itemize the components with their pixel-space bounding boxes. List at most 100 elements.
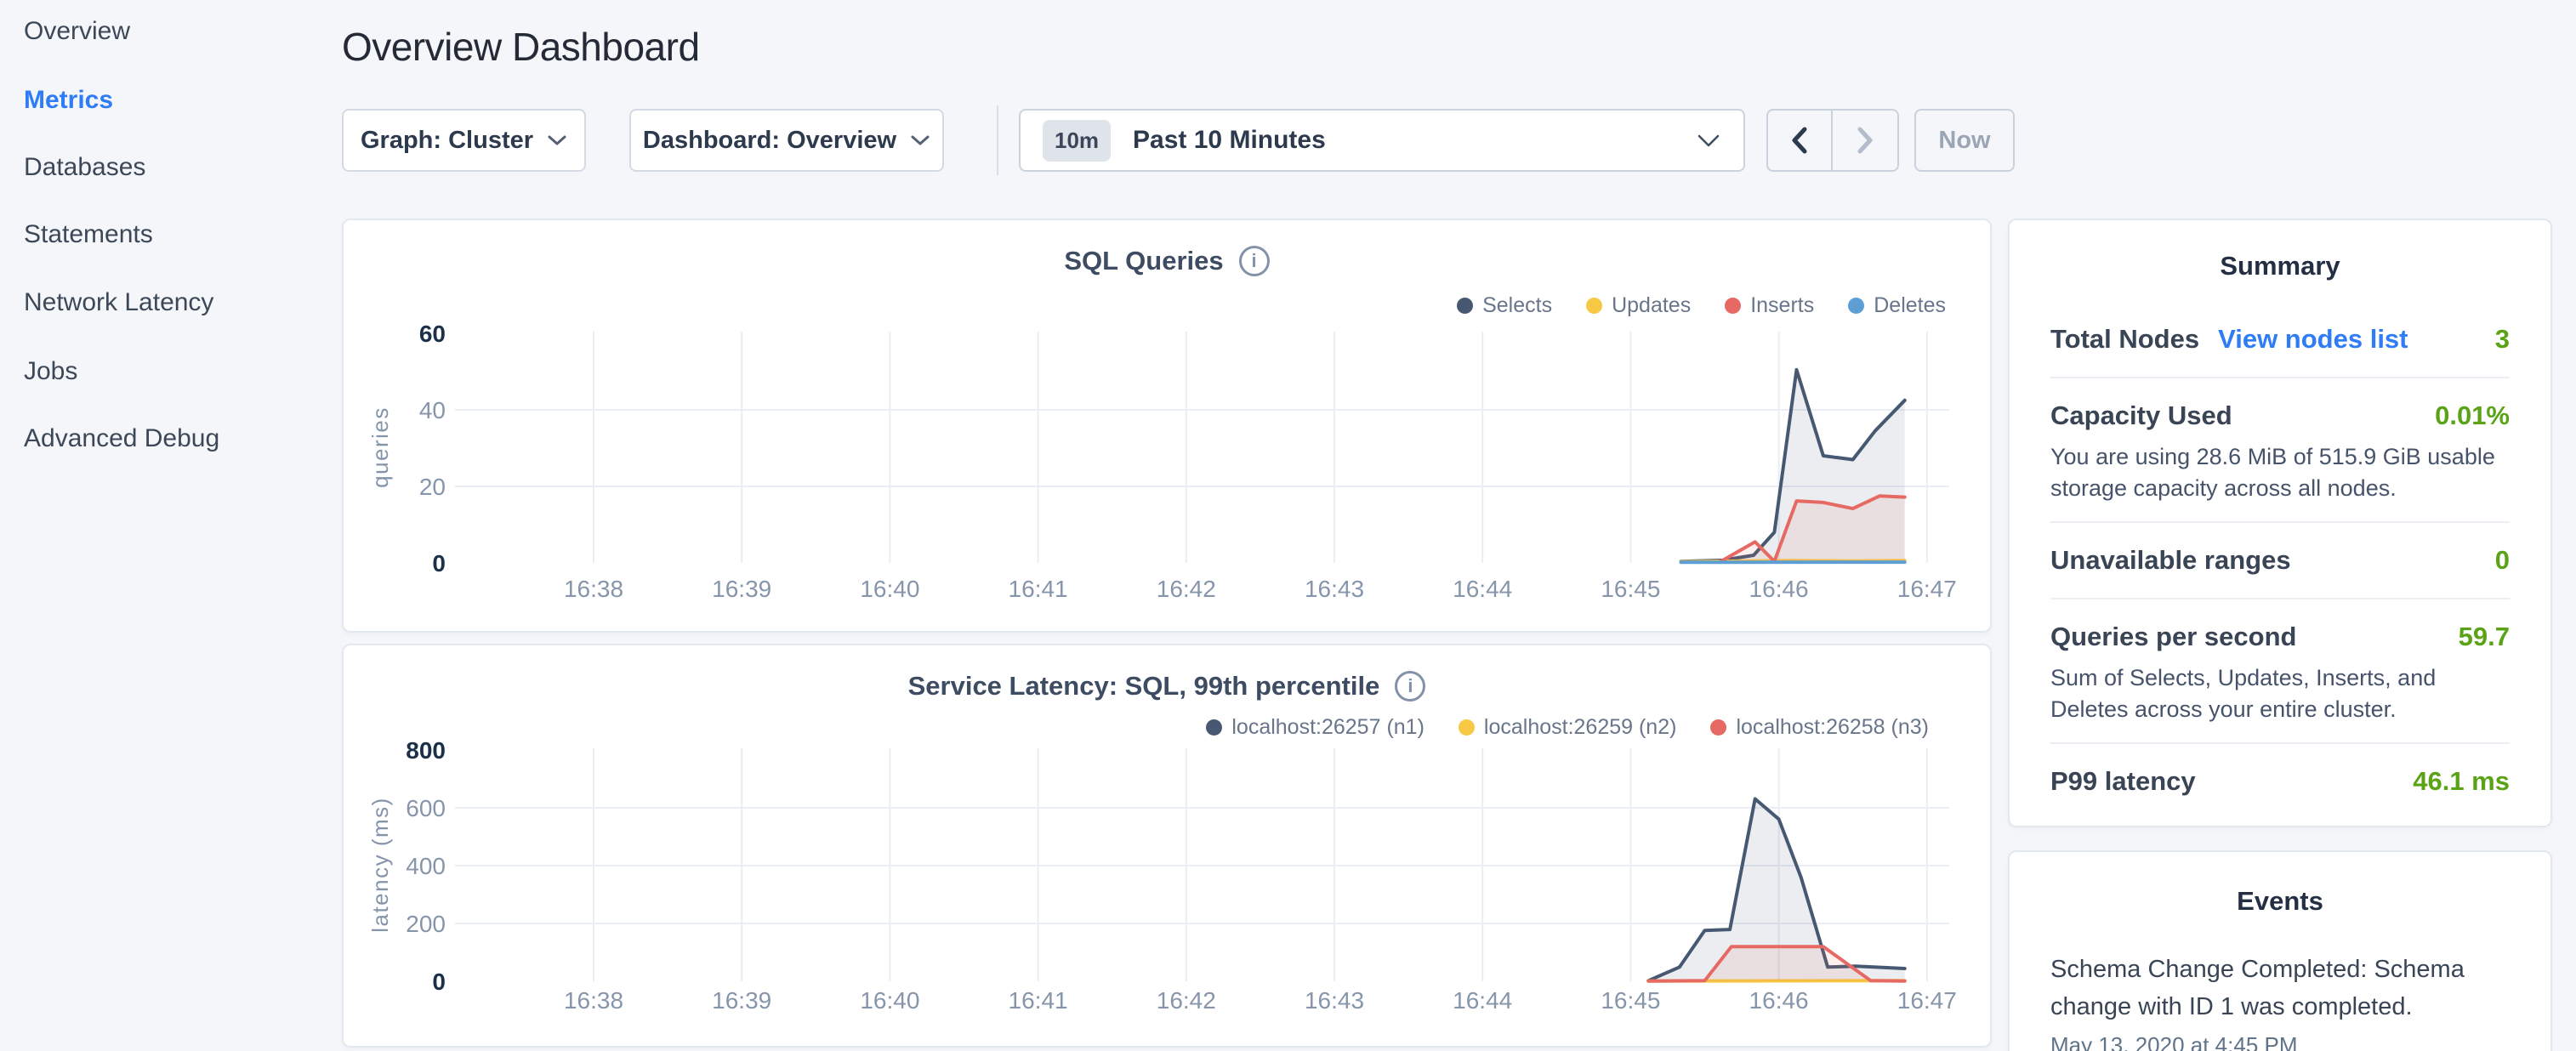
page-root: Overview Metrics Databases Statements Networ…: [0, 0, 2576, 1051]
time-range-label: Past 10 Minutes: [1133, 126, 1326, 155]
sidebar-item-advanced-debug[interactable]: Advanced Debug: [24, 420, 219, 457]
chart-legend: Selects Updates Inserts Deletes: [1457, 293, 1946, 318]
x-tick-label: 16:38: [564, 987, 623, 1014]
legend-item-deletes[interactable]: Deletes: [1848, 293, 1946, 318]
view-nodes-link[interactable]: View nodes list: [2218, 324, 2408, 355]
chevron-left-icon: [1790, 126, 1809, 155]
summary-row-unavailable-ranges: Unavailable ranges 0: [2050, 540, 2510, 581]
x-tick-label: 16:44: [1453, 987, 1512, 1014]
service-latency-chart-card: Service Latency: SQL, 99th percentile i …: [342, 644, 1992, 1048]
x-tick-label: 16:45: [1601, 987, 1660, 1014]
x-tick-label: 16:46: [1749, 576, 1809, 602]
chevron-down-icon: [1696, 134, 1721, 148]
dashboard-dropdown[interactable]: Dashboard: Overview: [629, 109, 944, 172]
x-tick-label: 16:44: [1453, 576, 1512, 602]
summary-row-value: 0: [2495, 545, 2510, 576]
sidebar-item-statements[interactable]: Statements: [24, 216, 153, 253]
chart-title-row: Service Latency: SQL, 99th percentile i: [344, 671, 1990, 702]
y-tick-label: 800: [406, 737, 446, 764]
summary-title: Summary: [2050, 251, 2510, 281]
x-tick-label: 16:41: [1009, 576, 1068, 602]
y-axis-title: queries: [367, 406, 393, 488]
now-button[interactable]: Now: [1914, 109, 2015, 172]
legend-label: Deletes: [1874, 293, 1946, 318]
x-tick-label: 16:43: [1305, 576, 1364, 602]
y-tick-label: 600: [406, 795, 446, 821]
legend-dot: [1457, 298, 1473, 314]
summary-row-p99-latency: P99 latency 46.1 ms: [2050, 761, 2510, 802]
sidebar-item-network-latency[interactable]: Network Latency: [24, 284, 213, 321]
summary-row-value: 3: [2495, 324, 2510, 355]
sql-queries-chart[interactable]: 020406016:3816:3916:4016:4116:4216:4316:…: [361, 316, 1976, 631]
y-tick-label: 200: [406, 911, 446, 937]
divider: [2050, 742, 2510, 744]
legend-label: Updates: [1612, 293, 1691, 318]
summary-row-label: Capacity Used: [2050, 401, 2232, 431]
prev-range-button[interactable]: [1768, 111, 1833, 170]
summary-row-description: You are using 28.6 MiB of 515.9 GiB usab…: [2050, 441, 2510, 504]
x-tick-label: 16:43: [1305, 987, 1364, 1014]
x-tick-label: 16:41: [1009, 987, 1068, 1014]
summary-row-value: 0.01%: [2435, 401, 2510, 431]
chart-title: SQL Queries: [1064, 246, 1223, 276]
legend-dot: [1206, 719, 1222, 736]
legend-item-inserts[interactable]: Inserts: [1725, 293, 1814, 318]
x-tick-label: 16:46: [1749, 987, 1809, 1014]
x-tick-label: 16:39: [712, 987, 771, 1014]
legend-item-updates[interactable]: Updates: [1586, 293, 1691, 318]
graph-dropdown-label: Graph: Cluster: [361, 127, 533, 155]
event-item[interactable]: Schema Change Completed: Schema change w…: [2050, 951, 2510, 1051]
time-range-pager: [1766, 109, 1899, 172]
series-fill-inserts: [1720, 496, 1905, 563]
legend-dot: [1848, 298, 1864, 314]
summary-rows: Total Nodes View nodes list 3 Capacity Used…: [2050, 319, 2510, 802]
summary-row-capacity-used: Capacity Used 0.01%: [2050, 395, 2510, 436]
divider: [2050, 521, 2510, 523]
summary-row-label: Unavailable ranges: [2050, 545, 2291, 576]
sidebar-item-databases[interactable]: Databases: [24, 149, 145, 186]
sidebar-item-overview[interactable]: Overview: [24, 13, 130, 50]
x-tick-label: 16:45: [1601, 576, 1660, 602]
summary-panel: Summary Total Nodes View nodes list 3 Capac…: [2008, 219, 2552, 827]
summary-row-total-nodes: Total Nodes View nodes list 3: [2050, 319, 2510, 360]
now-button-label: Now: [1938, 127, 1990, 155]
y-tick-label: 400: [406, 853, 446, 879]
x-tick-label: 16:40: [860, 987, 919, 1014]
divider: [2050, 377, 2510, 378]
x-tick-label: 16:42: [1157, 987, 1216, 1014]
summary-row-label: Total Nodes: [2050, 324, 2199, 355]
events-panel: Events Schema Change Completed: Schema c…: [2008, 850, 2552, 1051]
info-icon[interactable]: i: [1239, 246, 1270, 276]
chevron-down-icon: [910, 134, 930, 146]
x-tick-label: 16:47: [1897, 987, 1957, 1014]
chevron-right-icon: [1856, 126, 1874, 155]
controls-divider: [997, 105, 998, 175]
x-tick-label: 16:40: [860, 576, 919, 602]
dashboard-dropdown-label: Dashboard: Overview: [643, 127, 896, 155]
summary-row-label: Queries per second: [2050, 622, 2296, 652]
event-text: Schema Change Completed: Schema change w…: [2050, 951, 2510, 1025]
sidebar-item-metrics[interactable]: Metrics: [24, 82, 113, 119]
y-tick-label: 0: [432, 969, 446, 995]
y-tick-label: 40: [419, 397, 446, 423]
graph-dropdown[interactable]: Graph: Cluster: [342, 109, 586, 172]
y-axis-title: latency (ms): [367, 797, 393, 933]
y-tick-label: 60: [419, 321, 446, 347]
legend-dot: [1586, 298, 1602, 314]
info-icon[interactable]: i: [1395, 671, 1425, 702]
summary-row-value: 59.7: [2459, 622, 2510, 652]
summary-row-label: P99 latency: [2050, 766, 2196, 797]
y-tick-label: 0: [432, 550, 446, 577]
x-tick-label: 16:39: [712, 576, 771, 602]
legend-dot: [1710, 719, 1726, 736]
sql-queries-chart-card: SQL Queries i Selects Updates Inserts Delet…: [342, 219, 1992, 633]
sidebar-item-jobs[interactable]: Jobs: [24, 353, 77, 390]
time-range-selector[interactable]: 10m Past 10 Minutes: [1019, 109, 1745, 172]
summary-row-value: 46.1 ms: [2413, 766, 2510, 797]
x-tick-label: 16:47: [1897, 576, 1957, 602]
next-range-button[interactable]: [1833, 111, 1897, 170]
divider: [2050, 598, 2510, 599]
legend-item-selects[interactable]: Selects: [1457, 293, 1552, 318]
service-latency-chart[interactable]: 0 200 400 600 800 16:38 16:39 16:40 16:41 16:42 16…: [361, 735, 1976, 1048]
time-range-badge: 10m: [1043, 120, 1111, 162]
